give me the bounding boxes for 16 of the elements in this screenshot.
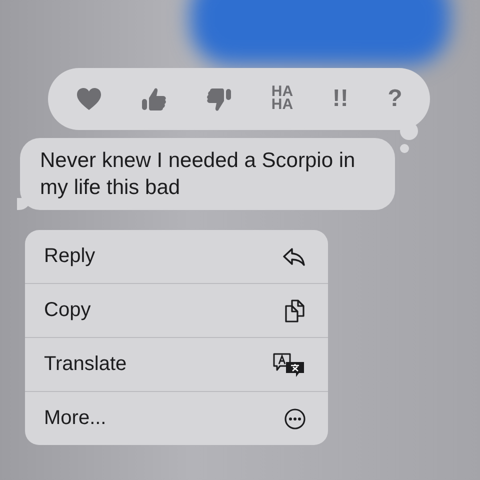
- copy-icon: [284, 298, 306, 322]
- menu-item[interactable]: More...: [25, 391, 328, 445]
- thumbs-up-icon[interactable]: [140, 87, 167, 111]
- reaction-text[interactable]: ?: [388, 88, 402, 110]
- tail-dot: [400, 144, 409, 153]
- reaction-text[interactable]: !!: [332, 88, 348, 110]
- menu-item[interactable]: Translate: [25, 337, 328, 391]
- heart-icon[interactable]: [76, 87, 102, 111]
- menu-item[interactable]: Copy: [25, 283, 328, 337]
- reply-icon: [282, 246, 306, 266]
- translate-icon: [272, 352, 306, 378]
- message-text: Never knew I needed a Scorpio in my life this bad: [40, 149, 356, 199]
- menu-item[interactable]: Reply: [25, 230, 328, 283]
- reaction-text[interactable]: HA HA: [271, 86, 294, 112]
- thumbs-down-icon[interactable]: [206, 86, 232, 112]
- more-icon: [284, 408, 306, 430]
